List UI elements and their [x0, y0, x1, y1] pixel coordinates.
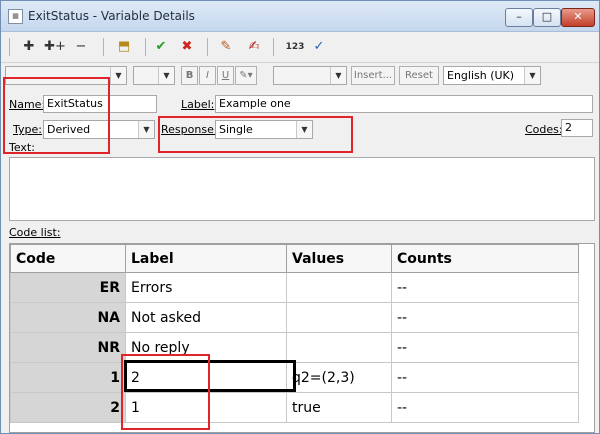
app-icon: ▦ [8, 9, 23, 24]
sign-icon[interactable]: ✍ [243, 38, 265, 56]
label-field[interactable]: Example one [215, 95, 593, 113]
table-row[interactable]: 2 1 true -- [10, 392, 579, 423]
close-button[interactable]: ✕ [561, 8, 595, 27]
counts-cell: -- [391, 332, 579, 363]
code-cell[interactable]: NA [10, 302, 126, 333]
values-cell[interactable]: true [286, 392, 392, 423]
code-cell[interactable]: NR [10, 332, 126, 363]
variable-details-window: ▦ ExitStatus - Variable Details – □ ✕ ✚ … [0, 0, 600, 434]
toolbar: ✚ ✚+ − ⬒ ✔ ✖ ✎ ✍ 123 ✓ [1, 32, 599, 63]
chevron-down-icon: ▼ [330, 67, 346, 84]
add-multiple-icon[interactable]: ✚+ [43, 38, 67, 56]
check-icon[interactable]: ✔ [151, 38, 171, 56]
cancel-icon[interactable]: ✖ [177, 38, 197, 56]
maximize-button[interactable]: □ [533, 8, 561, 27]
minimize-icon: – [516, 10, 522, 23]
chevron-down-icon: ▼ [138, 121, 154, 138]
folder-up-icon[interactable]: ⬒ [113, 38, 135, 56]
code-list-table: Code Label Values Counts ER Errors -- NA… [10, 244, 579, 423]
highlight-box-name-type [3, 77, 110, 154]
text-area[interactable] [9, 157, 595, 221]
toolbar-separator [103, 38, 104, 56]
italic-button[interactable]: I [199, 66, 216, 85]
bold-button[interactable]: B [181, 66, 198, 85]
column-header-code[interactable]: Code [10, 244, 126, 273]
spellcheck-icon[interactable]: ✓ [309, 38, 329, 56]
highlight-box-label-cells [121, 354, 210, 430]
underline-button[interactable]: U [217, 66, 234, 85]
code-list-label: Code list: [9, 226, 61, 239]
minimize-button[interactable]: – [505, 8, 533, 27]
codes-field[interactable]: 2 [561, 119, 593, 137]
values-cell[interactable] [286, 272, 392, 303]
toolbar-separator [145, 38, 146, 56]
highlight-box-response [158, 116, 353, 153]
reset-button[interactable]: Reset [399, 66, 439, 85]
code-cell[interactable]: 2 [10, 392, 126, 423]
table-row[interactable]: NA Not asked -- [10, 302, 579, 333]
font-size-select[interactable]: ▼ [133, 66, 175, 85]
label-cell[interactable]: Errors [125, 272, 287, 303]
toolbar-separator [9, 38, 10, 56]
code-cell[interactable]: 1 [10, 362, 126, 393]
window-title: ExitStatus - Variable Details [28, 9, 195, 23]
label-cell[interactable]: Not asked [125, 302, 287, 333]
title-bar[interactable]: ▦ ExitStatus - Variable Details – □ ✕ [1, 1, 599, 32]
close-icon: ✕ [573, 10, 583, 23]
column-header-label[interactable]: Label [125, 244, 287, 273]
table-row[interactable]: ER Errors -- [10, 272, 579, 303]
values-cell[interactable] [286, 332, 392, 363]
add-icon[interactable]: ✚ [19, 38, 39, 56]
language-select[interactable]: English (UK) ▼ [443, 66, 541, 85]
codes-label: Codes: [525, 123, 563, 136]
chevron-down-icon: ▼ [158, 67, 174, 84]
counts-cell: -- [391, 362, 579, 393]
toolbar-separator [207, 38, 208, 56]
label-label: Label: [181, 98, 215, 111]
edit-icon[interactable]: ✎ [215, 38, 237, 56]
code-list-grid[interactable]: Code Label Values Counts ER Errors -- NA… [9, 243, 595, 433]
maximize-icon: □ [541, 10, 553, 23]
style-select[interactable]: ▼ [273, 66, 347, 85]
chevron-down-icon: ▼ [524, 67, 540, 84]
remove-icon[interactable]: − [71, 38, 91, 56]
table-row[interactable]: NR No reply -- [10, 332, 579, 363]
values-cell[interactable] [286, 302, 392, 333]
code-list-header: Code Label Values Counts [10, 244, 579, 273]
column-header-counts[interactable]: Counts [391, 244, 579, 273]
values-cell[interactable]: q2=(2,3) [286, 362, 392, 393]
code-cell[interactable]: ER [10, 272, 126, 303]
column-header-values[interactable]: Values [286, 244, 392, 273]
chevron-down-icon: ▼ [110, 67, 126, 84]
counts-cell: -- [391, 392, 579, 423]
language-value: English (UK) [447, 69, 515, 82]
counts-cell: -- [391, 302, 579, 333]
pencil-icon: ✎▾ [239, 70, 253, 81]
color-button[interactable]: ✎▾ [235, 66, 257, 85]
insert-button[interactable]: Insert... [351, 66, 395, 85]
toolbar-separator [273, 38, 274, 56]
numeric-icon[interactable]: 123 [283, 38, 307, 56]
counts-cell: -- [391, 272, 579, 303]
